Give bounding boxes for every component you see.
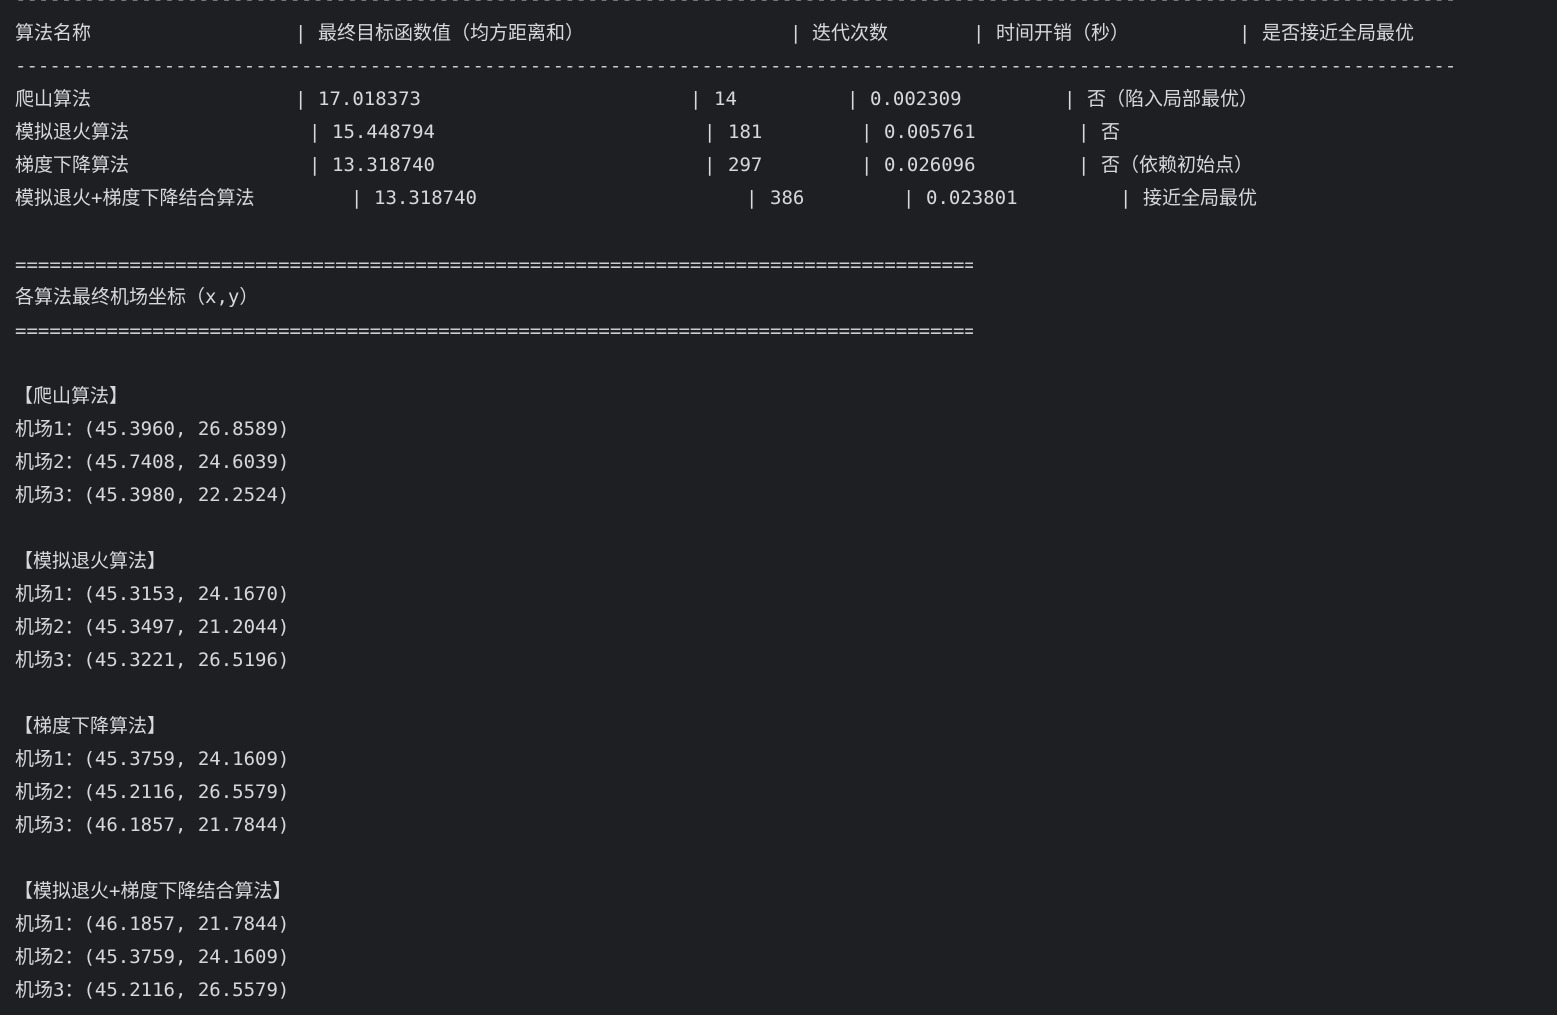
row-algorithm-name: 模拟退火+梯度下降结合算法 — [15, 187, 255, 209]
row-objective-value: 13.318740 — [374, 187, 477, 209]
dash-rule-header: ----------------------------------------… — [15, 55, 1453, 77]
column-separator: | — [790, 22, 802, 44]
airport-coordinate: 机场1：(46.1857, 21.7844) — [15, 913, 290, 935]
dash-rule-top: ----------------------------------------… — [15, 0, 1453, 10]
airport-coordinate: 机场3：(46.1857, 21.7844) — [15, 814, 290, 836]
row-algorithm-name: 爬山算法 — [15, 88, 92, 110]
airport-coordinate: 机场2：(45.7408, 24.6039) — [15, 451, 290, 473]
row-iterations: 386 — [770, 187, 805, 209]
column-separator: | — [690, 88, 702, 110]
eq-rule-top: ========================================… — [15, 254, 973, 276]
section-title: 【爬山算法】 — [14, 385, 129, 407]
section-title: 【模拟退火+梯度下降结合算法】 — [14, 880, 292, 902]
section-title: 【模拟退火算法】 — [14, 550, 167, 572]
coords-title: 各算法最终机场坐标（x,y） — [15, 286, 259, 308]
header-algorithm-name: 算法名称 — [15, 22, 92, 44]
column-separator: | — [746, 187, 758, 209]
row-iterations: 14 — [714, 88, 737, 110]
row-global-optimal: 否（陷入局部最优） — [1087, 88, 1259, 110]
airport-coordinate: 机场3：(45.3980, 22.2524) — [15, 484, 290, 506]
column-separator: | — [861, 121, 873, 143]
column-separator: | — [704, 154, 716, 176]
row-algorithm-name: 梯度下降算法 — [15, 154, 130, 176]
airport-coordinate: 机场1：(45.3960, 26.8589) — [15, 418, 290, 440]
column-separator: | — [973, 22, 985, 44]
column-separator: | — [309, 121, 321, 143]
row-global-optimal: 接近全局最优 — [1143, 187, 1258, 209]
row-time-cost: 0.023801 — [926, 187, 1018, 209]
row-objective-value: 13.318740 — [332, 154, 435, 176]
airport-coordinate: 机场1：(45.3153, 24.1670) — [15, 583, 290, 605]
column-separator: | — [309, 154, 321, 176]
airport-coordinate: 机场3：(45.3221, 26.5196) — [15, 649, 290, 671]
row-time-cost: 0.002309 — [870, 88, 962, 110]
row-iterations: 181 — [728, 121, 763, 143]
row-time-cost: 0.005761 — [884, 121, 976, 143]
section-title: 【梯度下降算法】 — [14, 715, 167, 737]
column-separator: | — [1064, 88, 1076, 110]
column-separator: | — [1078, 154, 1090, 176]
airport-coordinate: 机场1：(45.3759, 24.1609) — [15, 748, 290, 770]
header-global-optimal: 是否接近全局最优 — [1262, 22, 1415, 44]
airport-coordinate: 机场2：(45.2116, 26.5579) — [15, 781, 290, 803]
airport-coordinate: 机场2：(45.3497, 21.2044) — [15, 616, 290, 638]
column-separator: | — [295, 22, 307, 44]
row-objective-value: 15.448794 — [332, 121, 435, 143]
column-separator: | — [903, 187, 915, 209]
column-separator: | — [861, 154, 873, 176]
column-separator: | — [351, 187, 363, 209]
column-separator: | — [704, 121, 716, 143]
row-time-cost: 0.026096 — [884, 154, 976, 176]
header-time-cost: 时间开销（秒） — [996, 22, 1130, 44]
row-global-optimal: 否 — [1101, 121, 1121, 143]
row-global-optimal: 否（依赖初始点） — [1101, 154, 1254, 176]
header-objective-value: 最终目标函数值（均方距离和） — [318, 22, 585, 44]
column-separator: | — [1120, 187, 1132, 209]
console-output: ----------------------------------------… — [0, 0, 1557, 1015]
column-separator: | — [847, 88, 859, 110]
airport-coordinate: 机场3：(45.2116, 26.5579) — [15, 979, 290, 1001]
column-separator: | — [1239, 22, 1251, 44]
row-iterations: 297 — [728, 154, 763, 176]
airport-coordinate: 机场2：(45.3759, 24.1609) — [15, 946, 290, 968]
header-iterations: 迭代次数 — [812, 22, 889, 44]
column-separator: | — [1078, 121, 1090, 143]
row-algorithm-name: 模拟退火算法 — [15, 121, 130, 143]
eq-rule-bottom: ========================================… — [15, 320, 973, 342]
row-objective-value: 17.018373 — [318, 88, 421, 110]
column-separator: | — [295, 88, 307, 110]
